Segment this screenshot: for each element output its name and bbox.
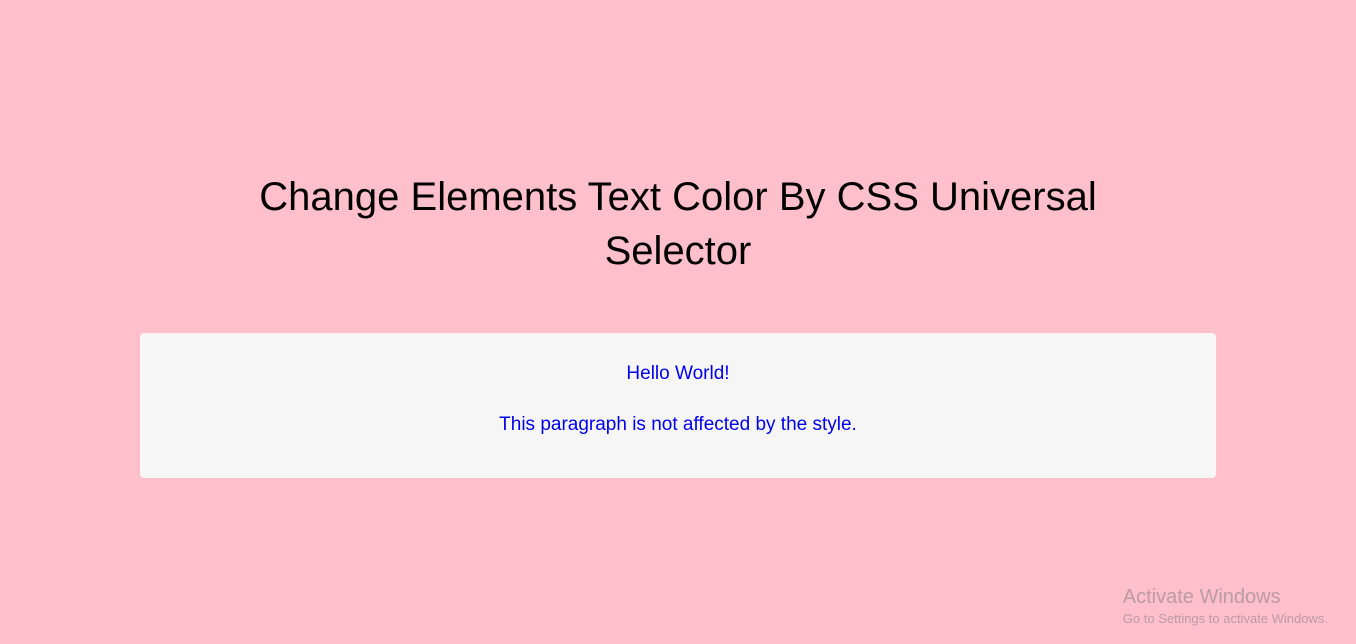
windows-activation-watermark: Activate Windows Go to Settings to activ… <box>1123 586 1328 626</box>
content-box: Hello World! This paragraph is not affec… <box>140 333 1216 478</box>
watermark-title: Activate Windows <box>1123 586 1328 609</box>
watermark-subtitle: Go to Settings to activate Windows. <box>1123 611 1328 626</box>
content-line-2: This paragraph is not affected by the st… <box>160 412 1196 439</box>
content-line-1: Hello World! <box>160 361 1196 388</box>
page-title: Change Elements Text Color By CSS Univer… <box>228 170 1128 278</box>
page-container: Change Elements Text Color By CSS Univer… <box>0 0 1356 478</box>
